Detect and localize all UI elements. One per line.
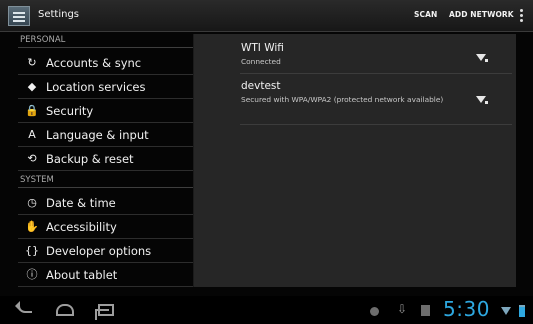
sidebar-item-label: Location services	[46, 79, 146, 94]
location-icon: ◆	[27, 80, 37, 93]
sidebar-item-accounts-sync[interactable]: ↻ Accounts & sync	[18, 51, 193, 75]
scan-button[interactable]: SCAN	[414, 10, 437, 19]
status-time: 5:30	[443, 297, 490, 321]
network-list-item-devtest[interactable]: devtest Secured with WPA/WPA2 (protected…	[240, 80, 512, 125]
wifi-signal-icon	[475, 53, 488, 62]
home-icon[interactable]	[56, 304, 74, 316]
page-title: Settings	[38, 9, 80, 20]
personal-section-title: PERSONAL	[18, 34, 193, 48]
sidebar-item-label: Developer options	[46, 243, 152, 258]
system-section-title: SYSTEM	[18, 174, 193, 188]
sync-icon: ↻	[27, 56, 37, 69]
recent-apps-icon[interactable]	[95, 304, 114, 320]
sidebar-item-about-tablet[interactable]: ⓘ About tablet	[18, 263, 193, 287]
sidebar-item-date-time[interactable]: ◷ Date & time	[18, 191, 193, 215]
sd-card-icon	[421, 305, 430, 316]
keyboard-icon: A	[28, 128, 36, 141]
network-status: Connected	[241, 57, 281, 66]
network-status: Secured with WPA/WPA2 (protected network…	[241, 95, 444, 104]
backup-icon: ⟲	[27, 152, 37, 165]
sidebar-item-label: Accounts & sync	[46, 55, 142, 70]
sidebar-item-label: Accessibility	[46, 219, 117, 234]
sidebar-item-label: Date & time	[46, 195, 116, 210]
wifi-secured-icon	[475, 95, 488, 104]
bug-icon	[370, 307, 379, 316]
settings-app-icon[interactable]	[8, 6, 30, 26]
braces-icon: {}	[25, 244, 39, 257]
action-bar: Settings SCAN ADD NETWORK	[0, 0, 533, 32]
sidebar-item-developer-options[interactable]: {} Developer options	[18, 239, 193, 263]
wifi-status-icon	[501, 307, 511, 315]
wifi-network-panel: WTI Wifi Connected devtest Secured with …	[193, 34, 516, 287]
info-icon: ⓘ	[26, 268, 38, 281]
sidebar-item-location-services[interactable]: ◆ Location services	[18, 75, 193, 99]
sidebar-item-accessibility[interactable]: ✋ Accessibility	[18, 215, 193, 239]
sidebar-item-language-input[interactable]: A Language & input	[18, 123, 193, 147]
back-icon[interactable]	[15, 301, 32, 313]
hand-icon: ✋	[25, 220, 39, 233]
download-icon: ⇩	[397, 302, 408, 316]
sidebar-item-security[interactable]: 🔒 Security	[18, 99, 193, 123]
network-name: devtest	[241, 80, 281, 92]
lock-icon: 🔒	[25, 104, 39, 117]
vertical-ellipsis-icon[interactable]	[520, 9, 524, 23]
network-list-item-wti-wifi[interactable]: WTI Wifi Connected	[240, 42, 512, 74]
sidebar-item-label: About tablet	[46, 267, 118, 282]
sidebar-item-backup-reset[interactable]: ⟲ Backup & reset	[18, 147, 193, 171]
sidebar-item-label: Backup & reset	[46, 151, 134, 166]
add-network-button[interactable]: ADD NETWORK	[449, 10, 514, 19]
battery-icon	[519, 305, 525, 317]
sidebar-item-label: Language & input	[46, 127, 149, 142]
settings-menu: PERSONAL ↻ Accounts & sync ◆ Location se…	[18, 34, 193, 287]
clock-icon: ◷	[27, 196, 37, 209]
network-name: WTI Wifi	[241, 42, 284, 54]
sidebar-item-label: Security	[46, 103, 94, 118]
